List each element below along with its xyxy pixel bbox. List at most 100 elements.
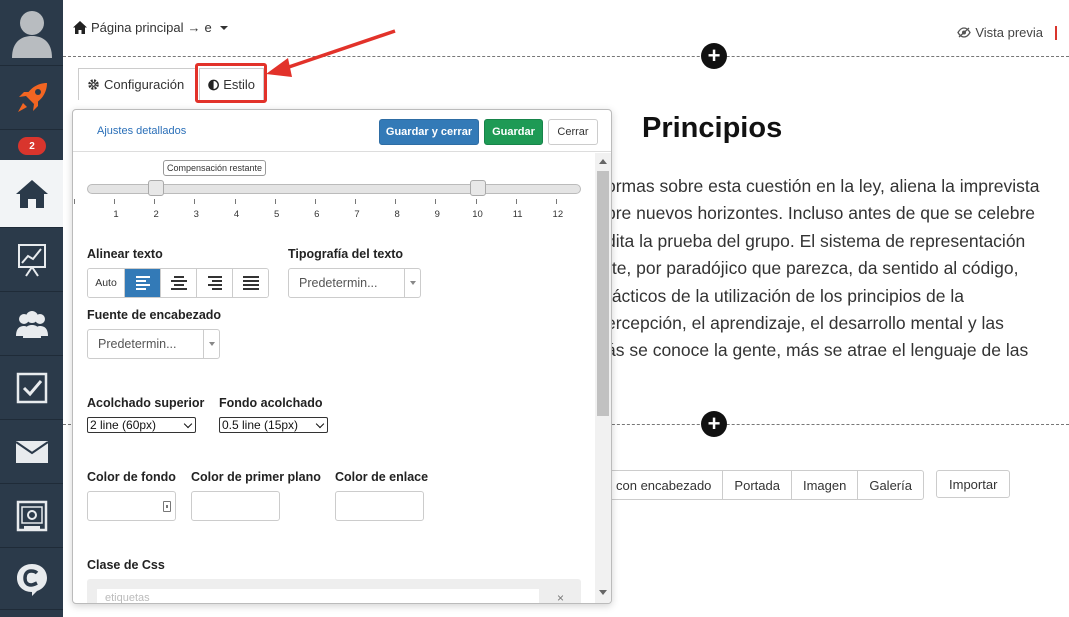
slider-tooltip: Compensación restante <box>163 160 267 176</box>
home-icon <box>15 179 48 208</box>
section-divider <box>63 56 1069 57</box>
scroll-down-icon[interactable] <box>599 590 607 595</box>
add-section-plus-icon[interactable]: + <box>701 43 727 69</box>
section-heading[interactable]: Principios <box>642 112 782 145</box>
chevron-down-icon[interactable] <box>219 25 228 30</box>
scroll-up-icon[interactable] <box>599 159 607 164</box>
sidebar-item-users[interactable] <box>0 292 63 356</box>
sidebar-item-tasks[interactable] <box>0 356 63 420</box>
heading-font-label: Fuente de encabezado <box>87 308 222 322</box>
gear-icon <box>88 79 99 90</box>
advanced-settings-link[interactable]: Ajustes detallados <box>97 125 186 137</box>
slider-tick <box>355 199 356 204</box>
slider-tick <box>395 199 397 204</box>
color-picker-icon[interactable] <box>163 501 171 512</box>
annotation-arrow-icon <box>266 29 396 77</box>
slider-tick-label: 10 <box>472 209 483 220</box>
breadcrumb[interactable]: Página principal → e <box>73 20 228 35</box>
slider-tick-label: 12 <box>552 209 564 220</box>
style-settings-panel: Ajustes detallados Guardar y cerrar Guar… <box>72 109 612 604</box>
fg-color-label: Color de primer plano <box>191 470 321 484</box>
close-button[interactable]: Cerrar <box>548 119 598 145</box>
sidebar: 2 <box>0 0 63 617</box>
slider-tick-label: 9 <box>434 209 440 220</box>
align-center-button[interactable] <box>160 269 196 297</box>
tab-settings[interactable]: Configuración <box>78 68 196 100</box>
paragraph-line: ercepción, el aprendizaje, el desarrollo… <box>606 312 1004 333</box>
import-button[interactable]: Importar <box>936 470 1011 498</box>
bg-color-label: Color de fondo <box>87 470 176 484</box>
notification-badge: 2 <box>18 137 46 155</box>
top-bar: Página principal → e Vista previa <box>63 0 1069 56</box>
slider-tick-label: 4 <box>233 209 240 220</box>
block-image-button[interactable]: Imagen <box>790 471 857 499</box>
slider-tick-label: 2 <box>153 209 159 220</box>
slider-tick <box>475 199 477 204</box>
slider-tick-label: 6 <box>314 209 320 220</box>
link-color-input[interactable] <box>335 491 424 521</box>
sidebar-item-home[interactable] <box>0 160 63 228</box>
slider-tick-label: 7 <box>354 209 360 220</box>
css-class-tags-input[interactable]: etiquetas <box>97 589 539 603</box>
padding-bottom-value: 0.5 line (15px) <box>222 418 299 432</box>
align-left-button[interactable] <box>124 269 160 297</box>
home-icon <box>73 21 87 34</box>
sidebar-item-chat[interactable] <box>0 548 63 610</box>
align-auto-button[interactable]: Auto <box>88 269 124 297</box>
block-gallery-button[interactable]: Galería <box>857 471 923 499</box>
preview-label: Vista previa <box>975 25 1043 40</box>
sidebar-item-mail[interactable] <box>0 420 63 484</box>
users-icon <box>15 310 48 338</box>
slider-tick <box>274 199 276 204</box>
slider-tick <box>314 199 316 204</box>
css-class-label: Clase de Css <box>87 558 165 572</box>
slider-tick <box>555 199 557 204</box>
clear-tags-icon[interactable]: × <box>557 591 564 603</box>
sidebar-item-stats[interactable] <box>0 228 63 292</box>
breadcrumb-current-page[interactable]: e <box>205 20 212 35</box>
highlight-box <box>195 63 267 103</box>
section-paragraph[interactable]: ormas sobre esta cuestión en la ley, ali… <box>606 173 1066 365</box>
rocket-icon <box>17 82 47 112</box>
block-with-heading-button[interactable]: con encabezado <box>605 471 722 499</box>
scrollbar[interactable] <box>595 153 611 603</box>
sidebar-item-storage[interactable] <box>0 484 63 548</box>
paragraph-line: rte, por paradójico que parezca, da sent… <box>606 258 1019 279</box>
slider-tick <box>234 199 236 204</box>
align-label: Alinear texto <box>87 247 163 261</box>
heading-font-select[interactable]: Predetermin... <box>87 329 220 359</box>
align-justify-icon <box>242 276 259 290</box>
scrollbar-thumb[interactable] <box>597 171 609 416</box>
sidebar-item-launch[interactable] <box>0 66 63 130</box>
offset-slider-end-handle[interactable] <box>469 180 486 196</box>
add-section-plus-icon[interactable]: + <box>701 411 727 437</box>
padding-bottom-select[interactable]: 0.5 line (15px) <box>219 417 328 433</box>
typography-label: Tipografía del texto <box>288 247 404 261</box>
padding-top-select[interactable]: 2 line (60px) <box>87 417 196 433</box>
mail-icon <box>15 440 48 463</box>
panel-header: Ajustes detallados Guardar y cerrar Guar… <box>73 110 611 152</box>
block-type-group: con encabezado Portada Imagen Galería <box>604 470 924 500</box>
padding-top-value: 2 line (60px) <box>90 418 157 432</box>
typography-select[interactable]: Predetermin... <box>288 268 421 298</box>
bg-color-input[interactable] <box>87 491 176 521</box>
chevron-down-icon <box>183 419 193 429</box>
breadcrumb-home[interactable]: Página principal <box>91 20 184 35</box>
block-cover-button[interactable]: Portada <box>722 471 791 499</box>
fg-color-input[interactable] <box>191 491 280 521</box>
align-button-group: Auto <box>87 268 269 298</box>
preview-button[interactable]: Vista previa <box>957 25 1057 40</box>
align-right-button[interactable] <box>196 269 232 297</box>
paragraph-line: ás se conoce la gente, más se atrae el l… <box>606 340 1029 361</box>
paragraph-line: ormas sobre esta cuestión en la ley, ali… <box>606 176 1040 196</box>
save-button[interactable]: Guardar <box>484 119 543 145</box>
align-left-icon <box>135 276 150 290</box>
align-center-icon <box>170 276 187 290</box>
slider-tick <box>435 199 437 204</box>
align-justify-button[interactable] <box>232 269 268 297</box>
sidebar-item-profile[interactable] <box>0 0 63 66</box>
save-and-close-button[interactable]: Guardar y cerrar <box>379 119 479 145</box>
slider-tick-label: 8 <box>394 209 400 220</box>
offset-slider-start-handle[interactable] <box>148 180 165 196</box>
slider-tick <box>154 199 156 204</box>
